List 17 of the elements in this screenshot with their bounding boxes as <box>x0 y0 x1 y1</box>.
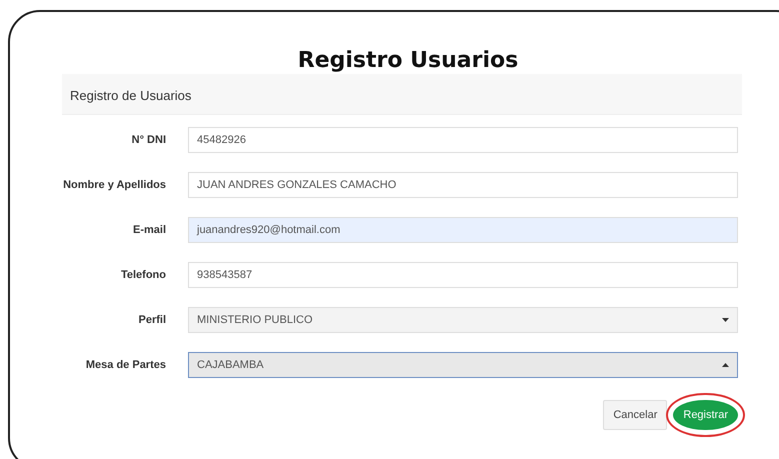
input-field[interactable]: JUAN ANDRES GONZALES CAMACHO <box>188 172 738 198</box>
panel-title: Registro de Usuarios <box>69 87 192 106</box>
field-label: Perfil <box>137 312 166 328</box>
field-label: Mesa de Partes <box>84 358 166 373</box>
field-label: E-mail <box>132 222 166 238</box>
select-field[interactable]: MINISTERIO PUBLICO <box>188 306 738 333</box>
input-field[interactable]: 45482926 <box>188 126 738 153</box>
caret-icon <box>722 362 729 367</box>
input-field[interactable]: juanandres920@hotmail.com <box>188 216 738 243</box>
field-label: N° DNI <box>130 132 166 148</box>
field-label: Telefono <box>120 268 166 283</box>
cancel-button[interactable]: Cancelar <box>603 400 668 430</box>
page-title: Registro Usuarios <box>296 47 520 74</box>
input-field[interactable]: 938543587 <box>188 262 738 288</box>
caret-icon <box>722 318 729 322</box>
field-label: Nombre y Apellidos <box>62 178 166 193</box>
select-field[interactable]: CAJABAMBA <box>188 352 738 378</box>
